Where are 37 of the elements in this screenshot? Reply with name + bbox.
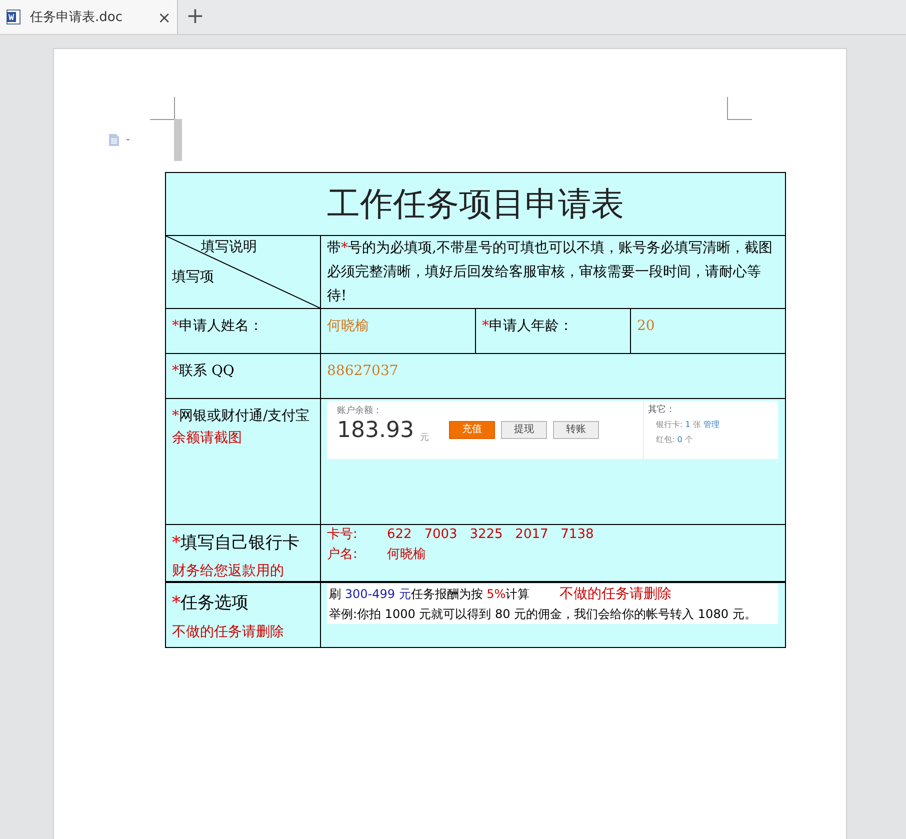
crop-mark — [727, 97, 752, 120]
field-label: *联系 QQ — [166, 354, 320, 398]
crop-mark — [150, 97, 175, 120]
form-title: 工作任务项目申请表 — [166, 172, 786, 236]
field-value: 20 — [630, 308, 786, 354]
new-tab-button[interactable]: + — [186, 6, 204, 28]
field-value: 何晓榆 — [320, 308, 476, 354]
document-icon — [6, 9, 22, 25]
currency-unit: 元 — [420, 432, 429, 445]
field-label: *申请人年龄： — [476, 308, 630, 354]
field-label: *网银或财付通/支付宝 余额请截图 — [166, 398, 320, 524]
action-button[interactable]: 提现 — [500, 421, 547, 439]
balance-amount: 183.93 — [337, 417, 414, 445]
document-tab[interactable]: 任务申请表.doc × — [0, 0, 178, 34]
side-item: 银行卡: 1 张 管理 — [655, 419, 720, 431]
field-label: *任务选项 — [172, 592, 250, 615]
field-label: *填写自己银行卡 — [172, 532, 300, 555]
header-label: 填写项 — [172, 268, 214, 287]
task-text: 刷 300-499 元任务报酬为按 5%计算 — [329, 586, 530, 603]
close-button[interactable]: × — [158, 8, 171, 26]
paste-options-icon[interactable] — [108, 133, 132, 147]
delete-note: 不做的任务请删除 — [560, 585, 672, 604]
header-label: 填写说明 — [201, 238, 257, 257]
action-button[interactable]: 转账 — [552, 421, 599, 439]
balance-label: 账户余额： — [337, 405, 383, 417]
field-value: 卡号: 622 7003 3225 2017 7138 — [327, 526, 595, 544]
field-value: 88627037 — [320, 354, 786, 398]
text-cursor — [174, 119, 182, 161]
field-label: 不做的任务请删除 — [172, 623, 285, 642]
instructions-text: 带*号的为必填项,不带星号的可填也可以不填，账号务必填写清晰，截图必须完整清晰，填好后回发给客服审核，审核需要一段时间，请耐心等待! — [320, 236, 786, 308]
side-title: 其它： — [648, 404, 676, 417]
side-item: 红包: 0 个 — [655, 434, 694, 446]
task-text: 举例:你拍 1000 元就可以得到 80 元的佣金，我们会给你的帐号转入 1080 元。 — [329, 606, 758, 623]
field-label: 财务给您返款用的 — [172, 562, 285, 581]
tab-label: 任务申请表.doc — [30, 9, 124, 26]
field-value: 户名: 何晓榆 — [327, 546, 427, 564]
field-label: *申请人姓名： — [166, 308, 320, 354]
